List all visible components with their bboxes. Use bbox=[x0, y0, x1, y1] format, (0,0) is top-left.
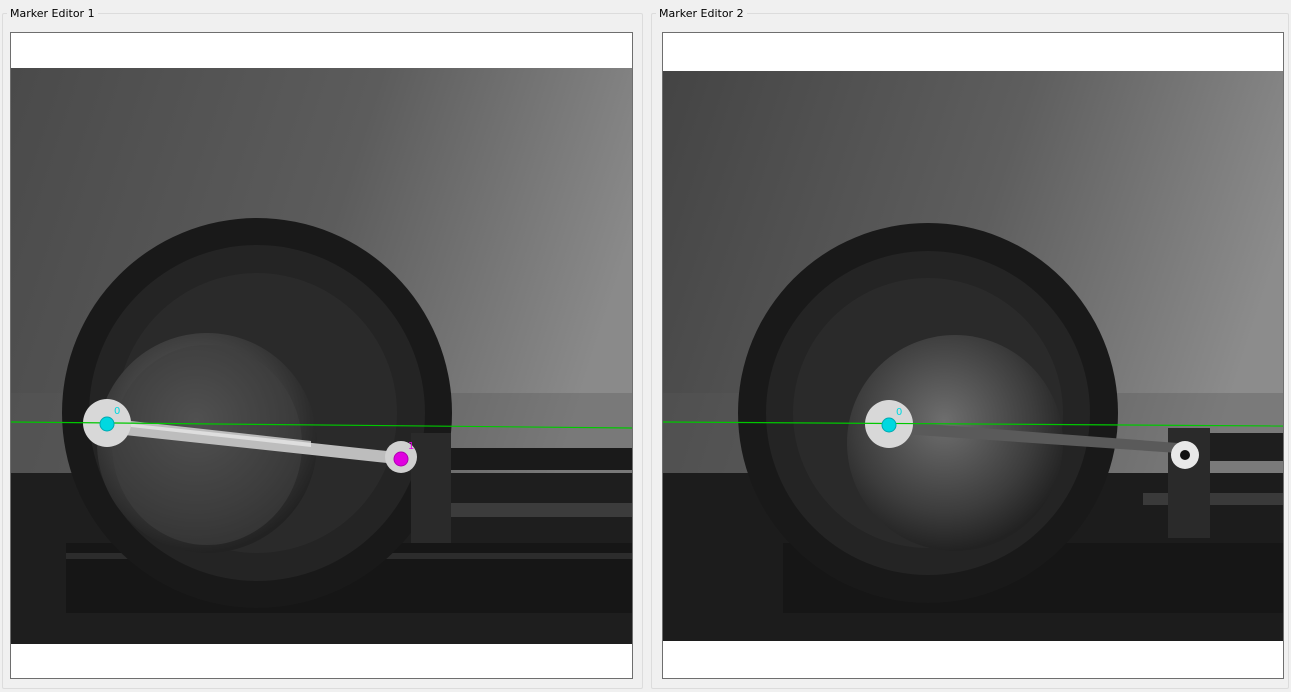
marker-0-label: 0 bbox=[114, 406, 120, 417]
marker-editor-1-title: Marker Editor 1 bbox=[7, 7, 98, 20]
marker-editor-1-viewport[interactable]: 0 1 bbox=[10, 32, 633, 679]
marker-1-label: 1 bbox=[408, 441, 414, 452]
marker-editor-2-canvas[interactable]: 0 bbox=[663, 33, 1283, 678]
camera-image-1 bbox=[11, 68, 632, 644]
marker-editor-1-canvas[interactable]: 0 1 bbox=[11, 33, 632, 678]
marker-editor-1-group: Marker Editor 1 0 1 bbox=[2, 7, 643, 689]
marker-editor-2-group: Marker Editor 2 0 bbox=[651, 7, 1289, 689]
camera-image-2 bbox=[663, 71, 1283, 641]
marker-editor-2-viewport[interactable]: 0 bbox=[662, 32, 1284, 679]
marker-0-label: 0 bbox=[896, 407, 902, 418]
marker-editor-2-title: Marker Editor 2 bbox=[656, 7, 747, 20]
